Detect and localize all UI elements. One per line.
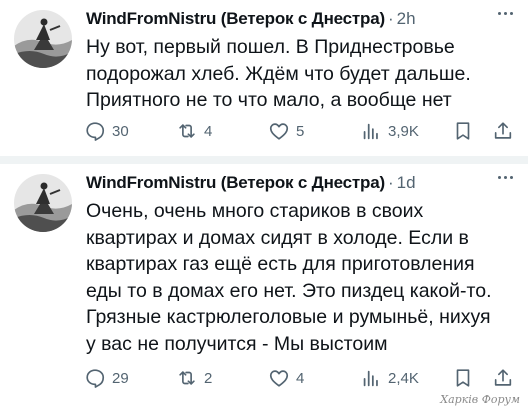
tweet-text-line: Очень, очень много стариков в своих bbox=[86, 200, 424, 222]
timestamp[interactable]: 1d bbox=[397, 173, 416, 193]
bookmark-button[interactable] bbox=[452, 119, 474, 143]
repost-icon bbox=[179, 371, 195, 385]
views-button[interactable]: 3,9K bbox=[360, 119, 419, 143]
reply-icon bbox=[86, 369, 105, 388]
avatar-image bbox=[14, 174, 72, 232]
tweet-text: Ну вот, первый пошел. В Приднестровье по… bbox=[86, 34, 516, 114]
tweet-header: WindFromNistru (Ветерок с Днестра) · 1d bbox=[86, 172, 416, 194]
like-icon bbox=[269, 370, 289, 387]
views-icon bbox=[363, 123, 378, 140]
tweet-text: Очень, очень много стариков в своих квар… bbox=[86, 198, 516, 357]
share-icon bbox=[494, 369, 512, 386]
dot-separator: · bbox=[387, 173, 394, 192]
reply-button[interactable]: 30 bbox=[84, 119, 129, 143]
more-options-icon[interactable] bbox=[496, 6, 516, 20]
tweet-text-line: квартирах и домах сидят в холоде. Если в bbox=[86, 226, 469, 249]
action-bar: 30 4 5 3,9K bbox=[84, 119, 520, 143]
watermark: Харків Форум bbox=[440, 393, 520, 406]
views-count: 3,9K bbox=[388, 122, 419, 140]
avatar[interactable] bbox=[14, 10, 72, 68]
repost-count: 4 bbox=[204, 122, 213, 140]
tweet-text-line: Грязные кастрюлеголовые и румыньё, нихуя bbox=[86, 306, 491, 328]
like-count: 4 bbox=[296, 369, 305, 387]
tweet-text-line: у вас не получится - Мы выстоим bbox=[86, 332, 388, 355]
dot-separator: · bbox=[387, 9, 394, 28]
repost-count: 2 bbox=[204, 369, 213, 387]
avatar[interactable] bbox=[14, 174, 72, 232]
tweet-text-line: квартирах газ ещё есть для приготовления bbox=[86, 253, 475, 275]
display-name[interactable]: WindFromNistru (Ветерок с Днестра) bbox=[86, 173, 385, 193]
like-button[interactable]: 4 bbox=[268, 366, 304, 390]
tweet-text-line: еды то в домах его нет. Это пиздец какой… bbox=[86, 279, 492, 302]
share-icon bbox=[494, 122, 512, 139]
share-button[interactable] bbox=[492, 119, 514, 143]
views-count: 2,4K bbox=[388, 369, 419, 387]
repost-button[interactable]: 4 bbox=[176, 119, 212, 143]
tweet-divider bbox=[0, 156, 528, 164]
avatar-image bbox=[14, 10, 72, 68]
share-button[interactable] bbox=[492, 366, 514, 390]
like-button[interactable]: 5 bbox=[268, 119, 304, 143]
bookmark-icon bbox=[456, 369, 470, 387]
tweet[interactable]: WindFromNistru (Ветерок с Днестра) · 1d … bbox=[0, 164, 528, 410]
tweet[interactable]: WindFromNistru (Ветерок с Днестра) · 2h … bbox=[0, 0, 528, 156]
action-bar: 29 2 4 2,4K bbox=[84, 366, 520, 390]
reply-icon bbox=[86, 122, 105, 141]
views-icon bbox=[363, 370, 378, 387]
reply-count: 30 bbox=[112, 122, 129, 140]
timestamp[interactable]: 2h bbox=[397, 9, 416, 29]
more-options-icon[interactable] bbox=[496, 170, 516, 184]
bookmark-icon bbox=[456, 122, 470, 140]
display-name[interactable]: WindFromNistru (Ветерок с Днестра) bbox=[86, 9, 385, 29]
tweet-text-line: Ну вот, первый пошел. В Приднестровье bbox=[86, 36, 455, 58]
views-button[interactable]: 2,4K bbox=[360, 366, 419, 390]
bookmark-button[interactable] bbox=[452, 366, 474, 390]
repost-button[interactable]: 2 bbox=[176, 366, 212, 390]
reply-button[interactable]: 29 bbox=[84, 366, 129, 390]
like-count: 5 bbox=[296, 122, 305, 140]
repost-icon bbox=[179, 124, 195, 138]
tweet-header: WindFromNistru (Ветерок с Днестра) · 2h bbox=[86, 8, 416, 30]
tweet-text-line: Приятного не то что мало, а вообще нет bbox=[86, 89, 452, 111]
like-icon bbox=[269, 123, 289, 140]
reply-count: 29 bbox=[112, 369, 129, 387]
tweet-text-line: подорожал хлеб. Ждём что будет дальше. bbox=[86, 62, 471, 85]
